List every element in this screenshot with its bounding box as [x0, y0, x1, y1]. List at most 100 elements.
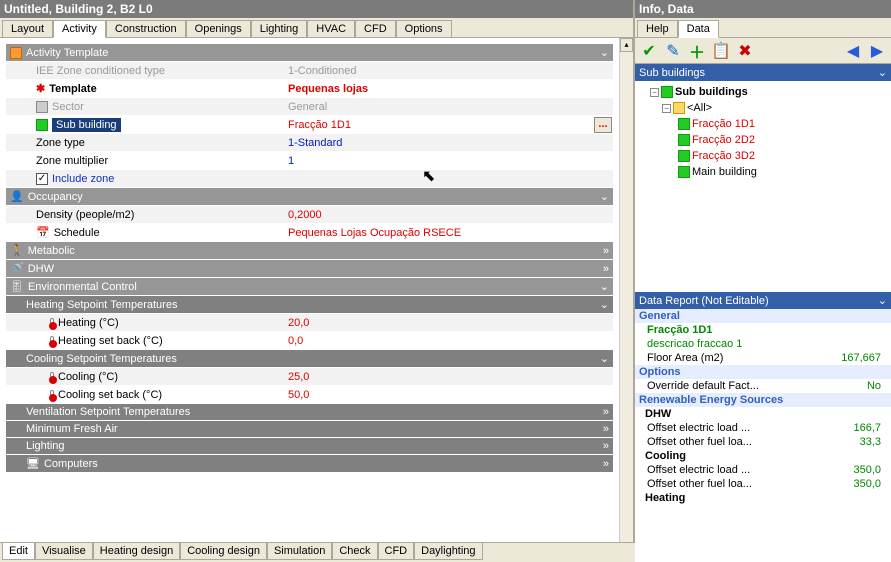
section-min-fresh[interactable]: Minimum Fresh Air» — [6, 421, 613, 438]
chevron-down-icon: ⌄ — [878, 66, 887, 79]
btab-cfd[interactable]: CFD — [378, 543, 415, 560]
sector-value: General — [286, 101, 613, 113]
copy-button[interactable]: 📋 — [711, 41, 731, 61]
tab-help[interactable]: Help — [637, 20, 678, 37]
report-cat-general: General — [635, 309, 891, 323]
btab-check[interactable]: Check — [332, 543, 377, 560]
report-cat-options: Options — [635, 365, 891, 379]
tab-lighting[interactable]: Lighting — [251, 20, 308, 37]
section-env-control[interactable]: 🎚Environmental Control⌄ — [6, 278, 613, 296]
tree-all[interactable]: −<All> — [638, 100, 888, 116]
main-scrollbar[interactable]: ▴ ▾ — [619, 38, 633, 562]
density-value[interactable]: 0,2000 — [286, 209, 613, 221]
tab-data[interactable]: Data — [678, 20, 719, 38]
include-checkbox[interactable]: ✓ — [36, 173, 48, 185]
zonetype-value[interactable]: 1-Standard — [286, 137, 613, 149]
tab-options[interactable]: Options — [396, 20, 452, 37]
delete-button[interactable]: ✖ — [735, 41, 755, 61]
tab-cfd[interactable]: CFD — [355, 20, 396, 37]
btab-edit[interactable]: Edit — [2, 543, 35, 560]
iee-label: IEE Zone conditioned type — [6, 65, 286, 77]
template-label: ✱Template — [6, 82, 286, 95]
building-icon — [36, 119, 48, 131]
chevron-down-icon: ⌄ — [878, 294, 887, 307]
tree-root[interactable]: −Sub buildings — [638, 84, 888, 100]
apply-button[interactable]: ✔ — [639, 41, 659, 61]
tab-layout[interactable]: Layout — [2, 20, 53, 37]
chevron-down-icon: ⌄ — [600, 46, 609, 59]
schedule-icon: 📅 — [36, 226, 50, 239]
subbuild-value[interactable]: Fracção 1D1... — [286, 117, 613, 133]
thermometer-icon — [50, 336, 54, 346]
tab-construction[interactable]: Construction — [106, 20, 186, 37]
report-dhw-other-label: Offset other fuel loa... — [639, 436, 860, 448]
thermometer-icon — [50, 372, 54, 382]
include-label[interactable]: ✓Include zone — [6, 173, 286, 185]
report-sub-dhw: DHW — [635, 407, 891, 421]
subbuildings-panel-header[interactable]: Sub buildings⌄ — [635, 64, 891, 81]
section-activity-template[interactable]: Activity Template ⌄ — [6, 44, 613, 62]
section-dhw[interactable]: 🚿DHW» — [6, 260, 613, 278]
folder-icon — [673, 102, 685, 114]
section-heating-sp[interactable]: Heating Setpoint Temperatures⌄ — [6, 296, 613, 314]
right-title: Info, Data — [635, 0, 891, 18]
left-title: Untitled, Building 2, B2 L0 — [0, 0, 633, 18]
chevron-down-icon: ⌄ — [600, 280, 609, 293]
data-report-header[interactable]: Data Report (Not Editable)⌄ — [635, 292, 891, 309]
activity-icon — [10, 47, 22, 59]
schedule-value[interactable]: Pequenas Lojas Ocupação RSECE — [286, 227, 613, 239]
section-occupancy[interactable]: 👤Occupancy⌄ — [6, 188, 613, 206]
next-button[interactable]: ▶ — [867, 41, 887, 61]
section-cooling-sp[interactable]: Cooling Setpoint Temperatures⌄ — [6, 350, 613, 368]
cooling-sb-value[interactable]: 50,0 — [286, 389, 613, 401]
report-override-value: No — [867, 380, 887, 392]
tree-item-0[interactable]: Fracção 1D1 — [638, 116, 888, 132]
section-lighting-sub[interactable]: Lighting» — [6, 438, 613, 455]
property-grid: Activity Template ⌄ IEE Zone conditioned… — [4, 42, 615, 558]
btab-heating[interactable]: Heating design — [93, 543, 180, 560]
computer-icon: 🖥 — [26, 457, 40, 470]
report-sub-heating: Heating — [635, 491, 891, 505]
scroll-track[interactable] — [620, 52, 633, 548]
zonemult-value[interactable]: 1 — [286, 155, 613, 167]
occupancy-icon: 👤 — [10, 190, 24, 203]
prev-button[interactable]: ◀ — [843, 41, 863, 61]
report-floor-area-value: 167,667 — [841, 352, 887, 364]
section-vent-sp[interactable]: Ventilation Setpoint Temperatures» — [6, 404, 613, 421]
building-icon — [678, 134, 690, 146]
tree-item-2[interactable]: Fracção 3D2 — [638, 148, 888, 164]
chevron-down-icon: ⌄ — [600, 298, 609, 311]
btab-daylighting[interactable]: Daylighting — [414, 543, 482, 560]
add-button[interactable]: ＋ — [687, 41, 707, 61]
report-cool-other-value: 350,0 — [853, 478, 887, 490]
heating-value[interactable]: 20,0 — [286, 317, 613, 329]
section-computers[interactable]: 🖥Computers» — [6, 455, 613, 473]
tree-collapse-icon[interactable]: − — [662, 104, 671, 113]
report-cool-elec-value: 350,0 — [853, 464, 887, 476]
tree-item-1[interactable]: Fracção 2D2 — [638, 132, 888, 148]
tree-item-3[interactable]: Main building — [638, 164, 888, 180]
section-metabolic[interactable]: 🚶Metabolic» — [6, 242, 613, 260]
btab-simulation[interactable]: Simulation — [267, 543, 332, 560]
scroll-up-button[interactable]: ▴ — [620, 38, 633, 52]
heating-sb-value[interactable]: 0,0 — [286, 335, 613, 347]
btab-cooling[interactable]: Cooling design — [180, 543, 267, 560]
chevron-right-icon: » — [603, 263, 609, 275]
data-report-body: General Fracção 1D1 descricao fraccao 1 … — [635, 309, 891, 562]
tree-collapse-icon[interactable]: − — [650, 88, 659, 97]
chevron-down-icon: ⌄ — [600, 352, 609, 365]
env-icon: 🎚 — [10, 280, 24, 293]
cooling-value[interactable]: 25,0 — [286, 371, 613, 383]
thermometer-icon — [50, 318, 54, 328]
tab-openings[interactable]: Openings — [186, 20, 251, 37]
edit-button[interactable]: ✎ — [663, 41, 683, 61]
tab-activity[interactable]: Activity — [53, 20, 106, 38]
template-value[interactable]: Pequenas lojas — [286, 83, 613, 95]
report-cool-elec-label: Offset electric load ... — [639, 464, 853, 476]
chevron-down-icon: ⌄ — [600, 190, 609, 203]
btab-visualise[interactable]: Visualise — [35, 543, 93, 560]
tab-hvac[interactable]: HVAC — [307, 20, 355, 37]
cooling-sb-label: Cooling set back (°C) — [6, 389, 286, 401]
zonemult-label: Zone multiplier — [6, 155, 286, 167]
subbuild-browse-button[interactable]: ... — [594, 117, 612, 133]
